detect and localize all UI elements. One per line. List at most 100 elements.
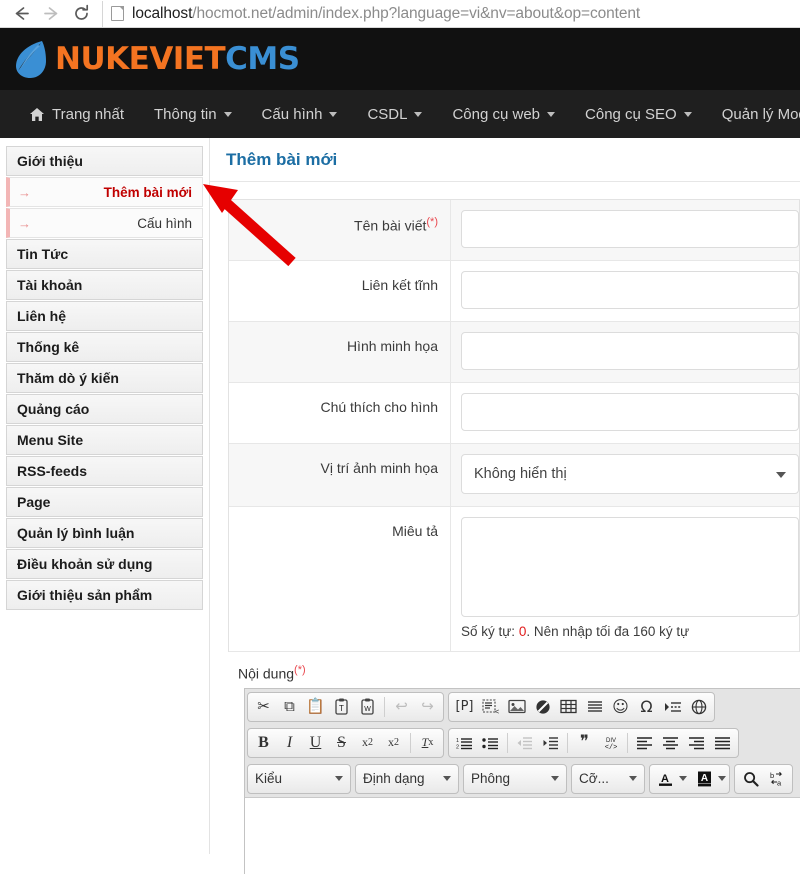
- italic-icon[interactable]: I: [277, 731, 302, 755]
- underline-icon[interactable]: U: [303, 731, 328, 755]
- cut-icon[interactable]: ✂: [251, 695, 276, 719]
- nav-item-cau-hinh[interactable]: Cấu hình: [247, 90, 353, 138]
- bg-color-icon[interactable]: A: [692, 767, 717, 791]
- text-color-icon[interactable]: A: [653, 767, 678, 791]
- back-arrow-icon[interactable]: [6, 1, 36, 27]
- paste-icon[interactable]: 📋: [303, 695, 328, 719]
- flash-icon[interactable]: [530, 695, 555, 719]
- nav-item-cong-cu-seo[interactable]: Công cụ SEO: [570, 90, 707, 138]
- forward-arrow-icon[interactable]: [36, 1, 66, 27]
- iframe-globe-icon[interactable]: [686, 695, 711, 719]
- nav-item-thong-tin[interactable]: Thông tin: [139, 90, 247, 138]
- sidebar-item-them-bai-moi[interactable]: → Thêm bài mới: [6, 177, 203, 207]
- toolbar-separator: [567, 732, 568, 753]
- svg-text:A: A: [700, 773, 707, 784]
- sidebar-item-label: Page: [17, 494, 51, 510]
- label-text: Hình minh họa: [346, 338, 438, 354]
- blockquote-icon[interactable]: ❞: [572, 731, 597, 755]
- bold-icon[interactable]: B: [251, 731, 276, 755]
- sidebar-item-label: Giới thiệu sản phẩm: [17, 587, 153, 603]
- required-mark: (*): [294, 664, 306, 676]
- sidebar-item-dieu-khoan-su-dung[interactable]: Điều khoản sử dụng: [6, 549, 203, 579]
- nav-item-quan-ly-mod[interactable]: Quản lý Mod: [707, 90, 800, 138]
- mieu-ta-textarea[interactable]: [461, 517, 799, 617]
- svg-text:</>: </>: [604, 744, 617, 750]
- sidebar-item-cau-hinh[interactable]: → Cấu hình: [6, 208, 203, 238]
- sidebar-item-rss-feeds[interactable]: RSS-feeds: [6, 456, 203, 486]
- create-div-icon[interactable]: DIV </>: [598, 731, 623, 755]
- align-center-icon[interactable]: [658, 731, 683, 755]
- special-char-icon[interactable]: Ω: [634, 695, 659, 719]
- paste-text-icon[interactable]: T: [329, 695, 354, 719]
- counter-suffix: . Nên nhập tối đa 160 ký tự: [526, 624, 690, 639]
- ten-bai-viet-input[interactable]: [461, 210, 799, 248]
- sidebar-item-tham-do-y-kien[interactable]: Thăm dò ý kiến: [6, 363, 203, 393]
- remove-format-icon[interactable]: Tx: [415, 731, 440, 755]
- editor-content-area[interactable]: [245, 796, 800, 874]
- nav-item-trang-nhat[interactable]: Trang nhất: [14, 90, 139, 138]
- field-cell: Số ký tự: 0. Nên nhập tối đa 160 ký tự: [451, 507, 799, 651]
- source-code-icon[interactable]: <>: [478, 695, 503, 719]
- superscript-icon[interactable]: x2: [381, 731, 406, 755]
- outdent-icon[interactable]: [512, 731, 537, 755]
- align-right-icon[interactable]: [684, 731, 709, 755]
- chevron-down-icon: [683, 111, 692, 117]
- field-label: Liên kết tĩnh: [229, 261, 451, 321]
- chevron-down-icon: [223, 111, 232, 117]
- chevron-down-icon: [629, 776, 637, 782]
- nav-item-csdl[interactable]: CSDL: [352, 90, 437, 138]
- sidebar-item-gioi-thieu-san-pham[interactable]: Giới thiệu sản phẩm: [6, 580, 203, 610]
- field-label: Vị trí ảnh minh họa: [229, 444, 451, 506]
- vi-tri-anh-minh-hoa-select[interactable]: Không hiển thị: [461, 454, 799, 494]
- form-row-vi-tri-anh-minh-hoa: Vị trí ảnh minh họa Không hiển thị: [229, 444, 799, 507]
- font-combo[interactable]: Phông: [463, 763, 567, 794]
- copy-icon[interactable]: ⧉: [277, 695, 302, 719]
- strikethrough-icon[interactable]: S: [329, 731, 354, 755]
- label-text: Liên kết tĩnh: [361, 277, 438, 293]
- hinh-minh-hoa-input[interactable]: [461, 332, 799, 370]
- image-icon[interactable]: [504, 695, 529, 719]
- char-counter: Số ký tự: 0. Nên nhập tối đa 160 ký tự: [461, 617, 799, 639]
- address-bar[interactable]: localhost/hocmot.net/admin/index.php?lan…: [102, 0, 800, 27]
- lien-ket-tinh-input[interactable]: [461, 271, 799, 309]
- logo-wordmark: NUKEVIETCMS: [55, 41, 300, 77]
- font-size-combo[interactable]: Cỡ...: [571, 763, 645, 794]
- sidebar-item-quan-ly-binh-luan[interactable]: Quản lý bình luận: [6, 518, 203, 548]
- subscript-icon[interactable]: x2: [355, 731, 380, 755]
- sidebar-item-menu-site[interactable]: Menu Site: [6, 425, 203, 455]
- reload-icon[interactable]: [66, 1, 96, 27]
- format-combo[interactable]: Định dạng: [355, 763, 459, 794]
- smiley-icon[interactable]: ☺: [608, 695, 633, 719]
- chu-thich-cho-hinh-input[interactable]: [461, 393, 799, 431]
- colors-group: A A: [649, 763, 730, 794]
- sidebar-item-thong-ke[interactable]: Thống kê: [6, 332, 203, 362]
- align-justify-icon[interactable]: [710, 731, 735, 755]
- sidebar-item-quang-cao[interactable]: Quảng cáo: [6, 394, 203, 424]
- sidebar-item-page[interactable]: Page: [6, 487, 203, 517]
- styles-combo[interactable]: Kiểu: [247, 763, 351, 794]
- nav-item-cong-cu-web[interactable]: Công cụ web: [437, 90, 570, 138]
- table-icon[interactable]: [556, 695, 581, 719]
- page-template-icon[interactable]: [P]: [452, 695, 477, 719]
- select-value: Không hiển thị: [474, 466, 567, 482]
- replace-icon[interactable]: ba: [764, 767, 789, 791]
- undo-icon[interactable]: ↩: [389, 695, 414, 719]
- paste-word-icon[interactable]: W: [355, 695, 380, 719]
- horizontal-rule-icon[interactable]: [582, 695, 607, 719]
- bulleted-list-icon[interactable]: [478, 731, 503, 755]
- sidebar-item-tin-tuc[interactable]: Tin Tức: [6, 239, 203, 269]
- indent-icon[interactable]: [538, 731, 563, 755]
- sidebar-item-lien-he[interactable]: Liên hệ: [6, 301, 203, 331]
- combo-label: Định dạng: [363, 771, 425, 787]
- field-label: Chú thích cho hình: [229, 383, 451, 443]
- sidebar-item-tai-khoan[interactable]: Tài khoản: [6, 270, 203, 300]
- numbered-list-icon[interactable]: 12: [452, 731, 477, 755]
- page-info-icon: [111, 6, 124, 21]
- page-break-icon[interactable]: [660, 695, 685, 719]
- find-icon[interactable]: [738, 767, 763, 791]
- form-table: Tên bài viết(*) Liên kết tĩnh Hình minh …: [228, 199, 800, 652]
- sidebar-item-label: Tài khoản: [17, 277, 83, 293]
- sidebar-item-gioi-thieu[interactable]: Giới thiệu: [6, 146, 203, 176]
- redo-icon[interactable]: ↪: [415, 695, 440, 719]
- align-left-icon[interactable]: [632, 731, 657, 755]
